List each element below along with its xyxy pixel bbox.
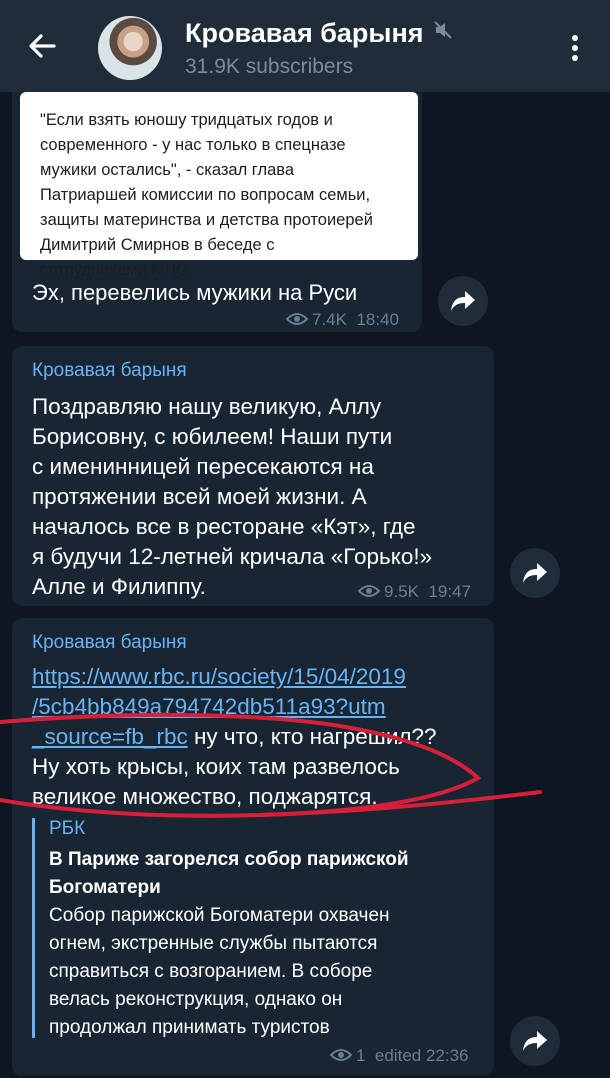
message-text: Поздравляю нашу великую, Аллу Борисовну,… [32, 394, 433, 599]
views-icon [330, 1049, 352, 1061]
link-preview[interactable]: РБК В Париже загорелся собор парижской Б… [32, 818, 482, 1038]
channel-info[interactable]: Кровавая барыня 31.9K subscribers [185, 18, 454, 79]
share-arrow-icon [451, 291, 475, 311]
message-bubble[interactable]: "Если взять юношу тридцатых годов и совр… [12, 80, 422, 332]
message-text: Эх, перевелись мужики на Руси [32, 280, 358, 305]
mute-icon [434, 21, 452, 39]
message-text: https://www.rbc.ru/society/15/04/2019 /5… [32, 662, 492, 812]
subscriber-count: 31.9K subscribers [185, 55, 354, 78]
view-count: 9.5K [384, 582, 419, 601]
channel-title: Кровавая барыня [185, 18, 424, 48]
more-vertical-icon [572, 35, 578, 61]
preview-site-name: РБК [49, 818, 86, 839]
chat-header: Кровавая барыня 31.9K subscribers [0, 0, 610, 92]
arrow-left-icon [29, 34, 56, 58]
message-author: Кровавая барыня [32, 360, 187, 381]
message-time: edited 22:36 [374, 1046, 469, 1065]
back-button[interactable] [24, 28, 60, 64]
forward-button[interactable] [438, 276, 488, 326]
forward-button[interactable] [510, 1016, 560, 1066]
message-bubble[interactable]: Кровавая барыня Поздравляю нашу великую,… [12, 346, 494, 606]
views-icon [286, 313, 308, 325]
preview-title: В Париже загорелся собор парижской Богом… [49, 849, 409, 898]
forward-button[interactable] [510, 548, 560, 598]
preview-quote-text: "Если взять юношу тридцатых годов и совр… [40, 111, 373, 279]
message-time: 18:40 [356, 310, 399, 329]
channel-avatar[interactable] [98, 16, 162, 80]
view-count: 7.4K [312, 310, 347, 329]
view-count: 1 [356, 1046, 366, 1065]
views-icon [358, 585, 380, 597]
share-arrow-icon [523, 1031, 547, 1051]
message-bubble[interactable]: Кровавая барыня https://www.rbc.ru/socie… [12, 618, 494, 1076]
message-author: Кровавая барыня [32, 632, 187, 653]
more-menu-button[interactable] [560, 30, 590, 66]
message-meta: 1 edited 22:36 [330, 1046, 469, 1066]
message-meta: 7.4K 18:40 [286, 310, 399, 330]
preview-description: Собор парижской Богоматери охвачен огнем… [49, 905, 390, 1038]
share-arrow-icon [523, 563, 547, 583]
message-time: 19:47 [428, 582, 471, 601]
link-preview-image[interactable]: "Если взять юношу тридцатых годов и совр… [20, 92, 418, 279]
message-meta: 9.5K 19:47 [358, 582, 471, 602]
